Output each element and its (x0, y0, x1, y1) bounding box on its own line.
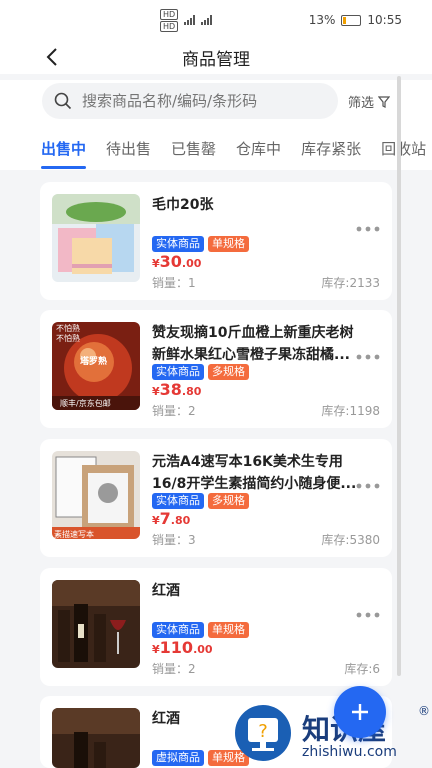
thumbnail-caption-bottom: 素描速写本 (54, 530, 94, 539)
product-price: ¥7.80 (152, 509, 190, 528)
back-arrow-icon[interactable] (42, 46, 64, 68)
scrollbar[interactable] (397, 76, 401, 676)
product-badges: 实体商品 多规格 (152, 364, 249, 380)
battery-icon (341, 14, 362, 26)
price-decimal: .00 (193, 643, 213, 656)
watermark-logo-icon: ? (235, 705, 291, 761)
currency-symbol: ¥ (152, 643, 160, 656)
spec-badge: 多规格 (208, 493, 249, 509)
svg-text:?: ? (258, 721, 268, 742)
status-tabs: 出售中 待出售 已售罄 仓库中 库存紧张 回收站 (0, 126, 432, 170)
currency-symbol: ¥ (152, 257, 160, 270)
tab-on-sale[interactable]: 出售中 (41, 138, 87, 169)
product-name: 红酒 (152, 583, 180, 599)
price-decimal: .80 (181, 385, 202, 398)
sim2-hd-label: HD (160, 20, 179, 32)
price-integer: 7 (159, 509, 171, 528)
more-options-icon[interactable] (356, 226, 380, 232)
product-thumbnail-towels (52, 194, 140, 282)
watermark-registered: ® (418, 704, 430, 718)
product-badges: 实体商品 单规格 (152, 236, 249, 252)
search-box[interactable] (42, 83, 338, 119)
product-name: 赞友现摘10斤血橙上新重庆老树新鲜水果红心雪橙子果冻甜橘... (152, 325, 354, 363)
price-integer: 30 (159, 252, 182, 271)
header: 商品管理 (0, 40, 432, 74)
thumbnail-caption-top: 不怕熟 不怕熟 (56, 324, 80, 343)
product-price: ¥110.00 (152, 638, 213, 657)
product-stock: 库存:6 (344, 662, 380, 676)
spec-badge: 单规格 (208, 622, 249, 638)
product-thumbnail-sketchbook (52, 451, 140, 539)
sim-hd-badges: HD HD (160, 8, 179, 32)
tab-low-stock[interactable]: 库存紧张 (301, 138, 361, 159)
more-options-icon[interactable] (356, 483, 380, 489)
signal-bars-2-icon (201, 15, 213, 25)
tab-pending-sale[interactable]: 待出售 (106, 138, 151, 159)
tab-sold-out[interactable]: 已售罄 (171, 138, 216, 159)
page-title: 商品管理 (182, 49, 250, 70)
product-sales: 销量：1 (152, 276, 196, 290)
filter-button[interactable]: 筛选 (348, 92, 390, 111)
battery-percent: 13% (308, 13, 336, 27)
product-type-badge: 实体商品 (152, 364, 204, 380)
thumbnail-caption-bottom: 顺丰/京东包邮 (60, 399, 111, 408)
product-stock: 库存:2133 (321, 276, 380, 290)
product-card[interactable]: 红酒 实体商品 单规格 ¥110.00 销量：2 库存:6 (40, 568, 392, 686)
currency-symbol: ¥ (152, 385, 160, 398)
tab-recycle-bin[interactable]: 回收站 (381, 138, 426, 159)
product-price: ¥38.80 (152, 380, 201, 399)
currency-symbol: ¥ (152, 514, 160, 527)
signal-indicators: HD HD (160, 8, 213, 32)
spec-badge: 多规格 (208, 364, 249, 380)
plus-icon (352, 704, 368, 720)
more-options-icon[interactable] (356, 354, 380, 360)
watermark: ? 知识屋 ® zhishiwu.com (230, 700, 430, 768)
product-card[interactable]: 不怕熟 不怕熟 塔罗熟 顺丰/京东包邮 赞友现摘10斤血橙上新重庆老树新鲜水果红… (40, 310, 392, 428)
product-stock: 库存:1198 (321, 404, 380, 418)
product-sales: 销量：2 (152, 662, 196, 676)
product-type-badge: 虚拟商品 (152, 750, 204, 766)
product-type-badge: 实体商品 (152, 622, 204, 638)
product-card[interactable]: 素描速写本 元浩A4速写本16K美术生专用16/8开学生素描简约小随身便... … (40, 439, 392, 557)
clock: 10:55 (367, 13, 402, 27)
product-name: 毛巾20张 (152, 197, 214, 213)
product-badges: 实体商品 多规格 (152, 493, 249, 509)
sim1-hd-label: HD (160, 8, 179, 20)
price-integer: 38 (159, 380, 182, 399)
watermark-url: zhishiwu.com (302, 744, 397, 760)
search-input[interactable] (80, 91, 324, 111)
product-type-badge: 实体商品 (152, 493, 204, 509)
more-options-icon[interactable] (356, 612, 380, 618)
product-type-badge: 实体商品 (152, 236, 204, 252)
battery-time: 13% 10:55 (309, 13, 402, 27)
price-decimal: .80 (170, 514, 191, 527)
search-row: 筛选 (0, 80, 432, 126)
product-card[interactable]: 毛巾20张 实体商品 单规格 ¥30.00 销量：1 库存:2133 (40, 182, 392, 300)
filter-funnel-icon (378, 95, 390, 108)
product-thumbnail-wine (52, 708, 140, 768)
filter-label: 筛选 (347, 96, 374, 111)
product-sales: 销量：3 (152, 533, 196, 547)
product-thumbnail-wine (52, 580, 140, 668)
price-integer: 110 (159, 638, 194, 657)
product-stock: 库存:5380 (321, 533, 380, 547)
product-sales: 销量：2 (152, 404, 196, 418)
thumbnail-caption-middle: 塔罗熟 (80, 357, 108, 367)
signal-bars-icon (184, 15, 196, 25)
product-price: ¥30.00 (152, 252, 201, 271)
status-bar: HD HD 13% 10:55 (0, 0, 432, 40)
product-badges: 实体商品 单规格 (152, 622, 249, 638)
add-product-button[interactable] (334, 686, 386, 738)
product-name: 元浩A4速写本16K美术生专用16/8开学生素描简约小随身便... (152, 454, 357, 492)
spec-badge: 单规格 (208, 236, 249, 252)
price-decimal: .00 (181, 257, 202, 270)
search-icon (54, 92, 72, 110)
tab-warehouse[interactable]: 仓库中 (236, 138, 281, 159)
